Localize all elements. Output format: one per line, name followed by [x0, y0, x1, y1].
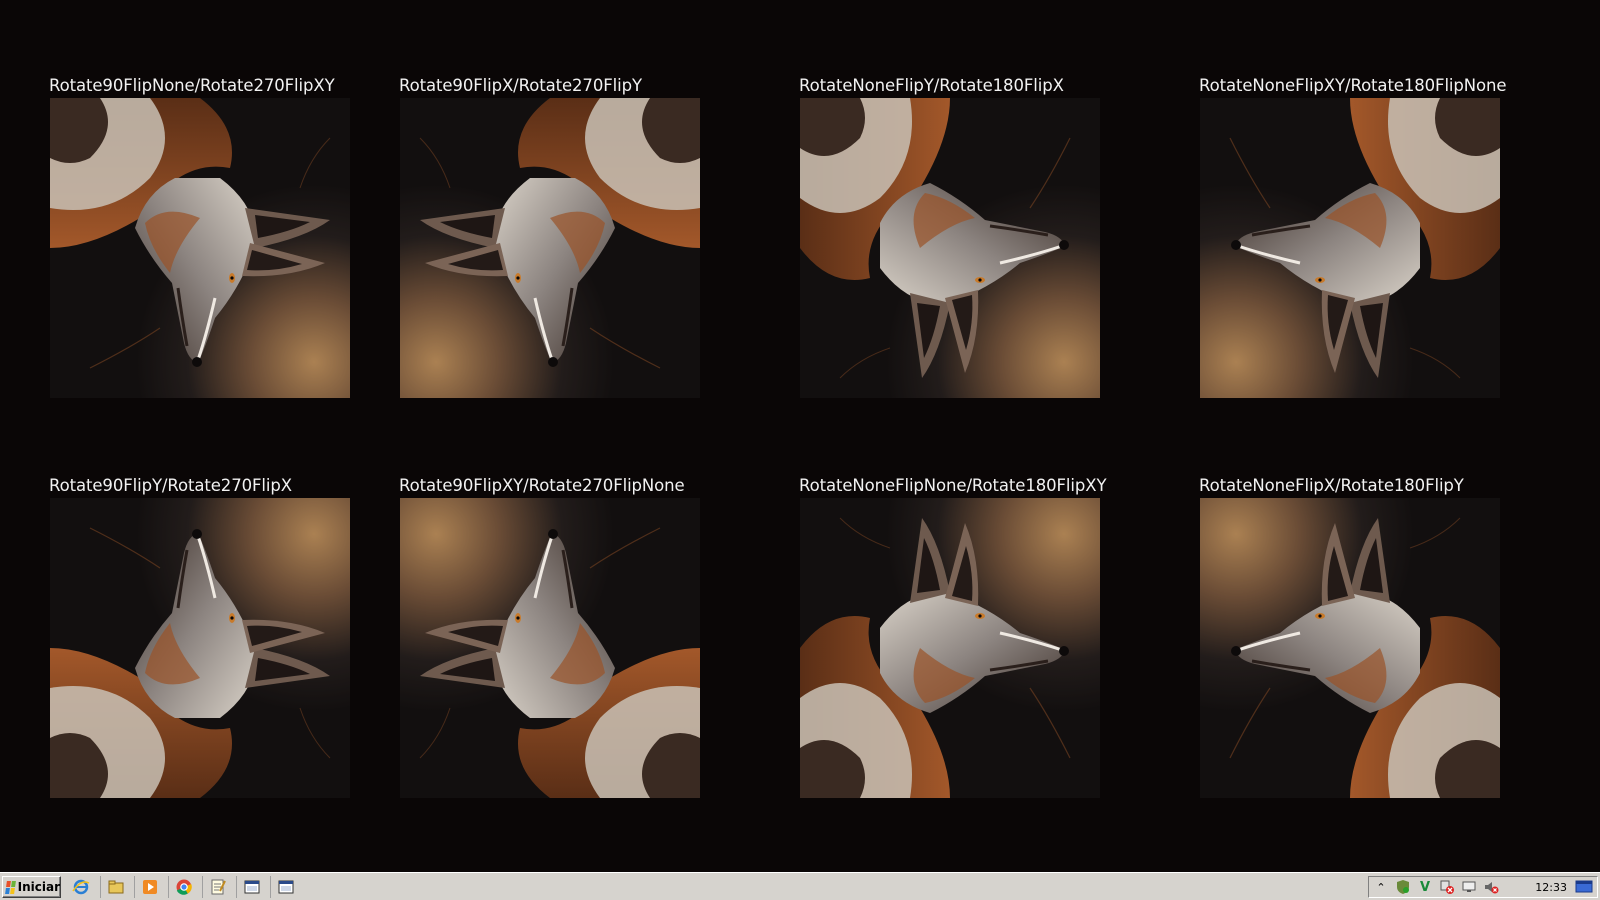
windows-logo-icon: [5, 880, 16, 894]
image-caption: Rotate90FlipXY/Rotate270FlipNone: [399, 476, 685, 495]
wolf-image: [800, 98, 1100, 398]
image-cell-5: Rotate90FlipY/Rotate270FlipX: [49, 476, 369, 806]
wolf-painting: [400, 498, 700, 798]
folder-icon[interactable]: [100, 876, 130, 898]
clock[interactable]: 12:33: [1535, 880, 1567, 896]
wolf-painting: [50, 498, 350, 798]
image-caption: Rotate90FlipX/Rotate270FlipY: [399, 76, 642, 95]
wolf-image: [800, 498, 1100, 798]
wolf-image: [400, 498, 700, 798]
internet-explorer-icon[interactable]: [66, 876, 96, 898]
wolf-painting: [1200, 98, 1500, 398]
image-caption: RotateNoneFlipY/Rotate180FlipX: [799, 76, 1064, 95]
image-viewer-canvas: Rotate90FlipNone/Rotate270FlipXY Rotate9…: [0, 0, 1600, 872]
wolf-painting: [50, 98, 350, 398]
image-cell-8: RotateNoneFlipX/Rotate180FlipY: [1199, 476, 1519, 806]
taskbar: Iniciar ⌃ V 12:33: [0, 872, 1600, 900]
start-button[interactable]: Iniciar: [2, 876, 61, 898]
window-icon[interactable]: [236, 876, 266, 898]
wolf-painting: [800, 98, 1100, 398]
image-caption: Rotate90FlipNone/Rotate270FlipXY: [49, 76, 335, 95]
network-error-icon[interactable]: [1439, 879, 1455, 895]
image-cell-2: Rotate90FlipX/Rotate270FlipY: [399, 76, 719, 406]
image-cell-3: RotateNoneFlipY/Rotate180FlipX: [799, 76, 1119, 406]
wolf-image: [50, 98, 350, 398]
image-caption: RotateNoneFlipX/Rotate180FlipY: [1199, 476, 1464, 495]
v-icon[interactable]: V: [1417, 879, 1433, 895]
volume-muted-icon[interactable]: [1483, 879, 1499, 895]
image-caption: Rotate90FlipY/Rotate270FlipX: [49, 476, 292, 495]
arrow-up-icon[interactable]: ⌃: [1373, 879, 1389, 895]
window-icon[interactable]: [270, 876, 300, 898]
media-player-icon[interactable]: [134, 876, 164, 898]
wolf-image: [1200, 98, 1500, 398]
notepad-icon[interactable]: [202, 876, 232, 898]
system-tray: ⌃ V 12:33: [1368, 876, 1598, 898]
wolf-image: [50, 498, 350, 798]
show-desktop-icon[interactable]: [1575, 879, 1593, 893]
image-cell-1: Rotate90FlipNone/Rotate270FlipXY: [49, 76, 369, 406]
image-caption: RotateNoneFlipNone/Rotate180FlipXY: [799, 476, 1107, 495]
image-cell-4: RotateNoneFlipXY/Rotate180FlipNone: [1199, 76, 1519, 406]
chrome-icon[interactable]: [168, 876, 198, 898]
wolf-painting: [400, 98, 700, 398]
start-label: Iniciar: [17, 880, 60, 894]
wolf-image: [1200, 498, 1500, 798]
monitor-icon[interactable]: [1461, 879, 1477, 895]
image-cell-7: RotateNoneFlipNone/Rotate180FlipXY: [799, 476, 1119, 806]
wolf-image: [400, 98, 700, 398]
quick-launch: [66, 876, 300, 898]
wolf-painting: [1200, 498, 1500, 798]
image-caption: RotateNoneFlipXY/Rotate180FlipNone: [1199, 76, 1507, 95]
shield-icon[interactable]: [1395, 879, 1411, 895]
image-cell-6: Rotate90FlipXY/Rotate270FlipNone: [399, 476, 719, 806]
wolf-painting: [800, 498, 1100, 798]
